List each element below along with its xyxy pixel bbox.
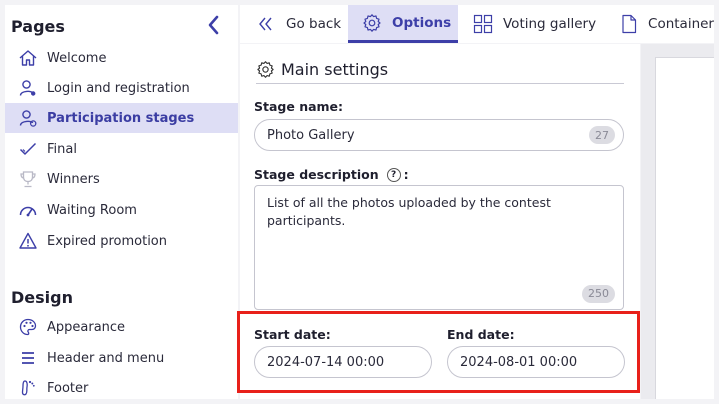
sidebar-item-label: Waiting Room xyxy=(47,202,137,218)
sidebar-item-waiting-room[interactable]: Waiting Room xyxy=(5,195,238,225)
stage-name-char-count: 27 xyxy=(589,126,615,144)
sidebar-item-label: Header and menu xyxy=(47,350,165,366)
tab-label: Options xyxy=(392,14,452,31)
double-chevron-left-icon xyxy=(256,14,276,34)
top-tab-bar: Go back Options Voting gallery Container xyxy=(240,5,714,43)
tab-voting-gallery[interactable]: Voting gallery xyxy=(458,5,606,43)
sidebar-item-footer[interactable]: Footer xyxy=(5,373,238,403)
sidebar-item-label: Footer xyxy=(47,380,89,396)
collapse-sidebar-icon[interactable] xyxy=(204,13,224,37)
stage-name-value: Photo Gallery xyxy=(267,127,355,143)
grid-icon xyxy=(473,14,493,34)
check-icon xyxy=(17,138,39,160)
gauge-icon xyxy=(17,199,39,221)
sidebar-item-appearance[interactable]: Appearance xyxy=(5,312,238,342)
sidebar-item-final[interactable]: Final xyxy=(5,134,238,164)
tab-label: Go back xyxy=(286,16,342,32)
sidebar-item-login-registration[interactable]: Login and registration xyxy=(5,73,238,103)
sidebar-item-label: Participation stages xyxy=(47,110,195,126)
panel-title: Main settings xyxy=(281,60,389,79)
start-date-input[interactable]: 2024-07-14 00:00 xyxy=(254,346,432,378)
stage-description-value: List of all the photos uploaded by the c… xyxy=(267,195,551,228)
design-section-title: Design xyxy=(11,288,73,307)
sidebar-item-label: Login and registration xyxy=(47,80,190,96)
tab-go-back[interactable]: Go back xyxy=(240,5,348,43)
warning-icon xyxy=(17,230,39,252)
home-icon xyxy=(17,47,39,69)
sidebar-item-expired-promotion[interactable]: Expired promotion xyxy=(5,226,238,256)
user-stages-icon xyxy=(17,107,39,129)
preview-canvas xyxy=(655,57,714,399)
main-settings-panel: Main settings Stage name: Photo Gallery … xyxy=(240,44,640,399)
trophy-icon xyxy=(17,168,39,190)
main-settings-header: Main settings xyxy=(256,56,624,84)
sidebar-item-winners[interactable]: Winners xyxy=(5,164,238,194)
pages-section-title: Pages xyxy=(11,17,65,36)
start-date-label: Start date: xyxy=(254,327,331,342)
tab-label: Voting gallery xyxy=(503,16,597,32)
help-icon[interactable]: ? xyxy=(386,167,401,182)
tab-container[interactable]: Container xyxy=(606,5,714,43)
user-gear-icon xyxy=(17,77,39,99)
stage-description-char-count: 250 xyxy=(582,285,615,303)
stage-description-textarea[interactable]: List of all the photos uploaded by the c… xyxy=(254,185,624,310)
stage-description-label-colon: : xyxy=(403,167,409,182)
stage-name-label: Stage name: xyxy=(254,99,344,114)
sidebar-item-label: Final xyxy=(47,141,77,157)
palette-icon xyxy=(17,316,39,338)
sidebar-item-label: Winners xyxy=(47,171,100,187)
menu-icon xyxy=(17,347,39,369)
end-date-input[interactable]: 2024-08-01 00:00 xyxy=(447,346,625,378)
sidebar-item-label: Expired promotion xyxy=(47,233,167,249)
sidebar-item-label: Welcome xyxy=(47,50,107,66)
footprint-icon xyxy=(17,377,39,399)
document-icon xyxy=(620,14,638,34)
end-date-value: 2024-08-01 00:00 xyxy=(460,354,578,370)
tab-options[interactable]: Options xyxy=(348,5,458,43)
gear-icon xyxy=(362,13,382,33)
sidebar: Pages Welcome Login and registration Par… xyxy=(5,5,238,399)
stage-name-input[interactable]: Photo Gallery 27 xyxy=(254,119,624,151)
sidebar-item-welcome[interactable]: Welcome xyxy=(5,43,238,73)
sidebar-item-label: Appearance xyxy=(47,319,126,335)
gear-icon xyxy=(256,60,275,79)
stage-description-label-row: Stage description ? : xyxy=(254,167,409,182)
end-date-label: End date: xyxy=(447,327,515,342)
tab-label: Container xyxy=(648,16,714,32)
sidebar-header: Pages xyxy=(11,13,232,39)
start-date-value: 2024-07-14 00:00 xyxy=(267,354,385,370)
sidebar-item-header-menu[interactable]: Header and menu xyxy=(5,343,238,373)
stage-description-label: Stage description xyxy=(254,167,379,182)
sidebar-item-participation-stages[interactable]: Participation stages xyxy=(5,103,238,133)
